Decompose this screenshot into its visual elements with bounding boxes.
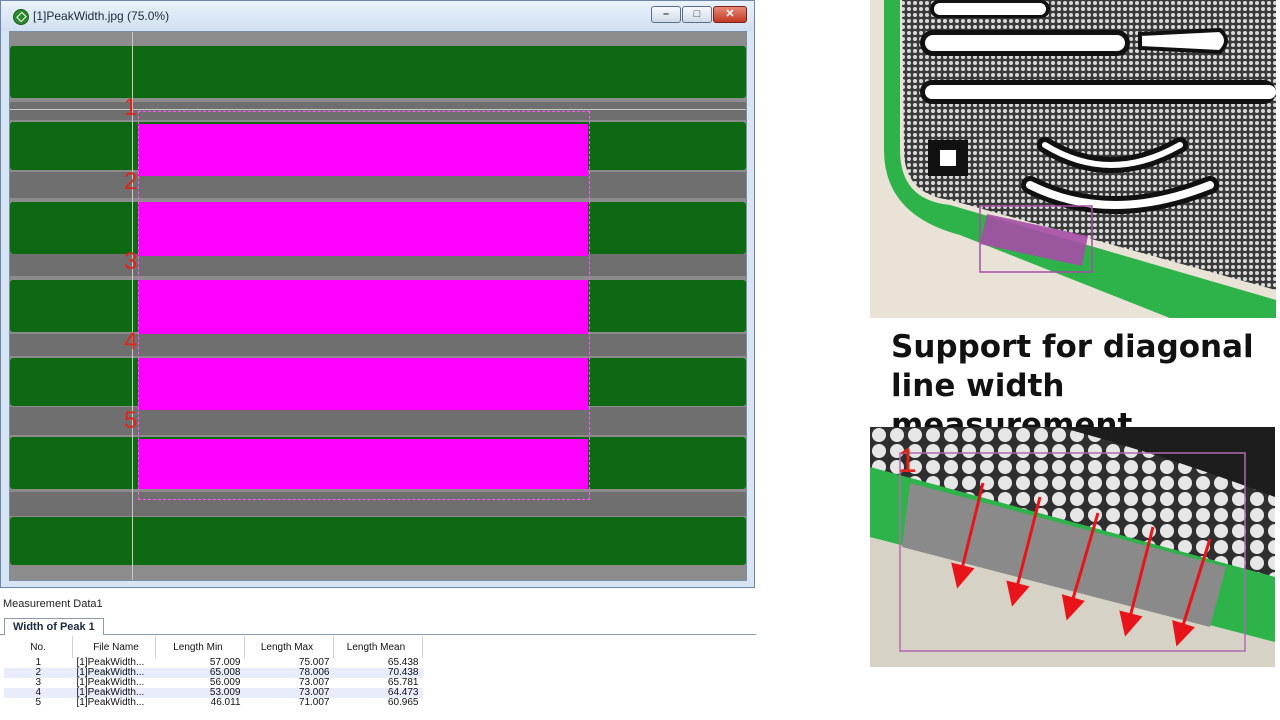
maximize-icon: □ — [693, 8, 701, 20]
roi-label: 4 — [124, 328, 138, 355]
pcb-photo-zoom: 1 — [870, 427, 1275, 667]
diagonal-roi-label: 1 — [898, 442, 917, 480]
panel-title: Measurement Data1 — [3, 598, 103, 610]
measurement-table: No. File Name Length Min Length Max Leng… — [4, 636, 423, 708]
pcb-overview-graphic — [870, 0, 1276, 318]
maximize-button[interactable]: □ — [682, 6, 712, 23]
minimize-button[interactable]: – — [651, 6, 681, 23]
cell-length-mean: 60.965 — [387, 697, 419, 708]
caption-line-1: Support for diagonal — [891, 329, 1254, 365]
tab-strip: Width of Peak 1 — [0, 616, 756, 635]
roi-label: 3 — [124, 248, 138, 275]
table-header-row: No. File Name Length Min Length Max Leng… — [4, 636, 423, 658]
column-header-length-max[interactable]: Length Max — [244, 636, 334, 658]
roi-label: 2 — [124, 168, 138, 195]
cell-length-max: 71.007 — [298, 697, 330, 708]
image-canvas[interactable]: 1 2 3 4 5 — [9, 31, 747, 581]
column-header-file-name[interactable]: File Name — [72, 636, 156, 658]
pcb-photo-overview — [870, 0, 1276, 318]
window-titlebar[interactable]: [1]PeakWidth.jpg (75.0%) – □ ✕ — [1, 1, 754, 31]
cell-length-min: 46.011 — [210, 697, 241, 708]
app-icon — [13, 9, 29, 25]
crosshair-horizontal — [10, 109, 746, 110]
pcb-zoom-graphic: 1 — [870, 427, 1275, 667]
window-title: [1]PeakWidth.jpg (75.0%) — [33, 9, 170, 23]
column-header-no[interactable]: No. — [4, 636, 73, 658]
cell-no: 5 — [35, 697, 42, 708]
green-trace — [10, 517, 746, 565]
minimize-icon: – — [662, 8, 670, 20]
cell-file-name: [1]PeakWidth... — [76, 697, 145, 708]
roi-label: 1 — [124, 94, 138, 121]
roi-label: 5 — [124, 407, 138, 434]
column-header-length-mean[interactable]: Length Mean — [333, 636, 423, 658]
column-header-length-min[interactable]: Length Min — [155, 636, 245, 658]
close-icon: ✕ — [725, 8, 735, 20]
image-window: [1]PeakWidth.jpg (75.0%) – □ ✕ 1 2 3 4 5 — [0, 0, 755, 588]
table-row[interactable]: 5 [1]PeakWidth... 46.011 71.007 60.965 — [4, 698, 423, 708]
tab-width-of-peak[interactable]: Width of Peak 1 — [4, 618, 104, 635]
green-trace — [10, 46, 746, 98]
close-button[interactable]: ✕ — [713, 6, 747, 23]
roi-rectangle[interactable] — [138, 111, 590, 500]
